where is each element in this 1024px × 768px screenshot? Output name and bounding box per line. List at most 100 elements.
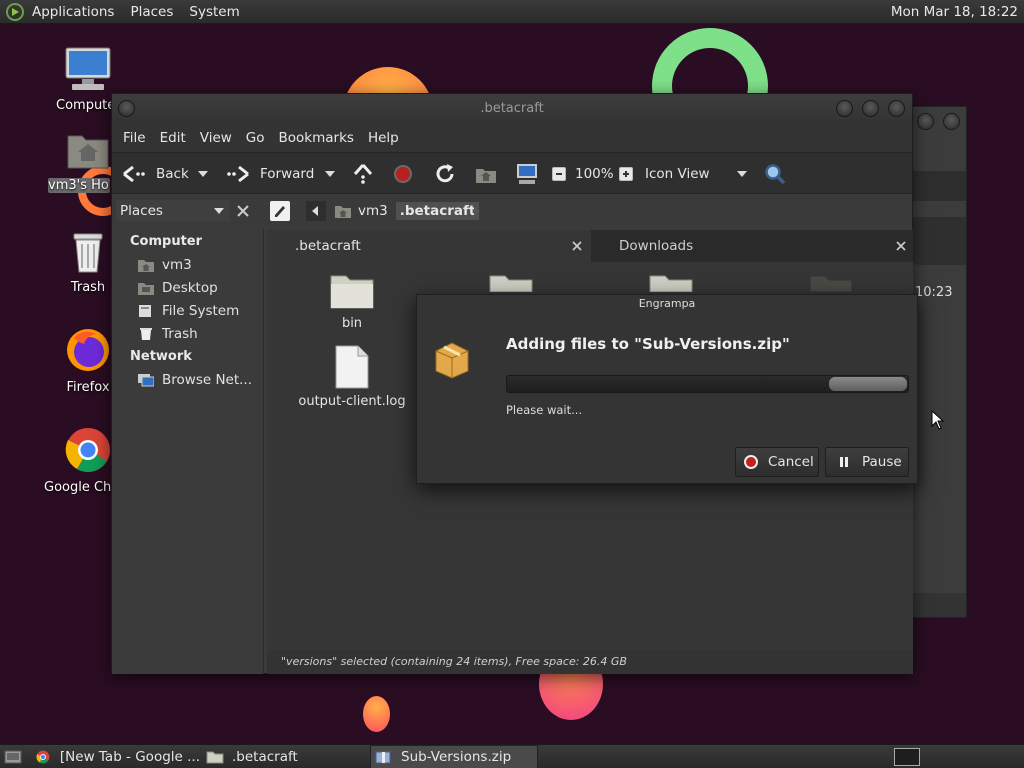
zoom-level[interactable]: 100% bbox=[575, 153, 614, 195]
places-selector-label: Places bbox=[120, 203, 163, 219]
sidebar-item-trash[interactable]: Trash bbox=[138, 326, 198, 342]
taskbar-item-betacraft[interactable]: .betacraft bbox=[206, 745, 366, 768]
close-icon[interactable] bbox=[895, 240, 907, 252]
drive-icon bbox=[139, 305, 151, 317]
panel-clock[interactable]: Mon Mar 18, 18:22 bbox=[891, 4, 1018, 20]
menu-view[interactable]: View bbox=[193, 130, 239, 146]
chrome-icon bbox=[65, 428, 110, 472]
folder-icon bbox=[330, 275, 374, 309]
folder-icon[interactable] bbox=[808, 270, 854, 292]
maximize-button[interactable] bbox=[862, 100, 879, 117]
sidebar-item-desktop[interactable]: Desktop bbox=[138, 280, 218, 296]
sidebar-item-browse-network[interactable]: Browse Net... bbox=[138, 372, 252, 388]
caret-down-icon bbox=[325, 171, 335, 177]
home-button[interactable] bbox=[475, 153, 497, 195]
menu-file[interactable]: File bbox=[116, 130, 153, 146]
back-window-minimize-button[interactable] bbox=[917, 113, 934, 130]
sidebar-item-label: vm3 bbox=[162, 257, 192, 273]
breadcrumb-left-button[interactable] bbox=[306, 201, 326, 221]
sidebar-item-vm3[interactable]: vm3 bbox=[138, 257, 192, 273]
progress-bar-pulse bbox=[829, 377, 907, 391]
location-bar: Places vm3 .betacraft bbox=[112, 194, 912, 226]
taskbar-item-label: .betacraft bbox=[232, 749, 298, 765]
file-item-label: bin bbox=[341, 316, 363, 331]
caret-down-icon bbox=[214, 208, 224, 214]
window-titlebar[interactable]: .betacraft bbox=[112, 94, 912, 124]
forward-button[interactable]: Forward bbox=[226, 153, 314, 195]
trash-icon bbox=[73, 233, 103, 273]
mouse-cursor-icon bbox=[931, 410, 945, 430]
cancel-button[interactable]: Cancel bbox=[735, 447, 819, 477]
text-file-icon bbox=[335, 345, 369, 389]
trash-icon bbox=[140, 328, 152, 340]
desktop-icon-label: Firefox bbox=[66, 380, 110, 395]
home-folder-icon bbox=[138, 260, 154, 272]
sidebar-item-file-system[interactable]: File System bbox=[138, 303, 239, 319]
taskbar-item-chrome[interactable]: [New Tab - Google ... bbox=[36, 745, 200, 768]
folder-icon[interactable] bbox=[648, 270, 694, 292]
tab-label: .betacraft bbox=[295, 238, 361, 254]
toggle-location-entry-button[interactable] bbox=[270, 201, 290, 221]
tab-downloads[interactable]: Downloads bbox=[591, 230, 913, 262]
taskbar-item-label: Sub-Versions.zip bbox=[401, 749, 512, 765]
file-item-bin[interactable]: bin bbox=[307, 270, 397, 331]
taskbar-item-sub-versions-zip[interactable]: Sub-Versions.zip bbox=[370, 745, 538, 768]
breadcrumb: vm3 .betacraft bbox=[334, 201, 480, 221]
menu-go[interactable]: Go bbox=[239, 130, 272, 146]
engrampa-progress-dialog[interactable]: Engrampa Adding files to "Sub-Versions.z… bbox=[416, 294, 918, 484]
back-window-close-button[interactable] bbox=[943, 113, 960, 130]
breadcrumb-vm3[interactable]: vm3 bbox=[358, 203, 388, 219]
reload-button[interactable] bbox=[434, 153, 456, 195]
places-menu[interactable]: Places bbox=[122, 4, 181, 20]
edit-icon bbox=[275, 206, 285, 217]
up-button[interactable] bbox=[352, 153, 374, 195]
close-sidebar-button[interactable] bbox=[234, 202, 252, 220]
menubar: File Edit View Go Bookmarks Help bbox=[112, 124, 912, 152]
system-menu[interactable]: System bbox=[181, 4, 247, 20]
menu-bookmarks[interactable]: Bookmarks bbox=[272, 130, 361, 146]
back-window-time: 10:23 bbox=[915, 285, 953, 300]
applications-menu[interactable]: Applications bbox=[24, 4, 122, 20]
places-selector[interactable]: Places bbox=[116, 200, 230, 222]
archive-icon bbox=[375, 751, 391, 764]
menu-edit[interactable]: Edit bbox=[153, 130, 193, 146]
zoom-in-icon bbox=[619, 167, 633, 181]
dialog-message: Please wait... bbox=[506, 403, 583, 417]
pause-button[interactable]: Pause bbox=[825, 447, 909, 477]
dialog-title: Engrampa bbox=[638, 297, 696, 310]
zoom-in-button[interactable] bbox=[619, 153, 633, 195]
caret-down-icon bbox=[198, 171, 208, 177]
folder-icon[interactable] bbox=[488, 270, 534, 292]
stop-button[interactable] bbox=[394, 153, 412, 195]
close-icon[interactable] bbox=[571, 240, 583, 252]
search-button[interactable] bbox=[764, 153, 786, 195]
close-icon bbox=[237, 205, 249, 217]
mate-logo-icon[interactable] bbox=[6, 2, 24, 21]
pause-label: Pause bbox=[862, 454, 902, 470]
breadcrumb-right-button[interactable] bbox=[470, 201, 484, 221]
sidebar-item-label: Browse Net... bbox=[162, 372, 253, 388]
back-button[interactable]: Back bbox=[122, 153, 189, 195]
close-button[interactable] bbox=[888, 100, 905, 117]
workspace-switcher[interactable] bbox=[894, 745, 924, 768]
file-item-label: output-client.log bbox=[298, 394, 406, 409]
tab-label: Downloads bbox=[619, 238, 694, 254]
file-item-output-client-log[interactable]: output-client.log bbox=[295, 344, 409, 409]
back-label: Back bbox=[156, 166, 189, 182]
workspace-icon bbox=[894, 748, 920, 766]
home-icon bbox=[476, 169, 496, 183]
show-desktop-button[interactable] bbox=[4, 745, 26, 768]
minimize-button[interactable] bbox=[836, 100, 853, 117]
zoom-out-button[interactable] bbox=[552, 153, 566, 195]
forward-history-dropdown[interactable] bbox=[325, 153, 335, 195]
computer-button[interactable] bbox=[515, 153, 539, 195]
tab-betacraft[interactable]: .betacraft bbox=[267, 230, 589, 262]
back-history-dropdown[interactable] bbox=[198, 153, 208, 195]
window-menu-button[interactable] bbox=[118, 100, 135, 117]
pause-icon bbox=[840, 457, 848, 467]
view-mode-label: Icon View bbox=[645, 166, 710, 182]
sidebar-item-label: Desktop bbox=[162, 280, 218, 296]
view-mode-select[interactable]: Icon View bbox=[645, 153, 747, 195]
menu-help[interactable]: Help bbox=[361, 130, 406, 146]
breadcrumb-betacraft[interactable]: .betacraft bbox=[395, 202, 480, 220]
